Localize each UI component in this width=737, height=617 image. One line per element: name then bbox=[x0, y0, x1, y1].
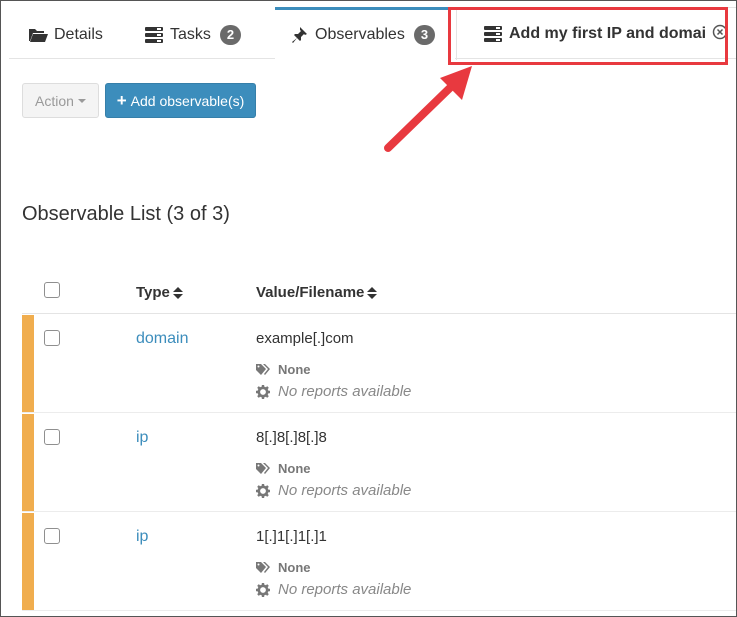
sort-icon bbox=[367, 286, 378, 299]
caret-down-icon bbox=[77, 98, 86, 103]
row-checkbox[interactable] bbox=[44, 429, 60, 445]
observable-value: 1[.]1[.]1[.]1 bbox=[256, 528, 327, 545]
tasks-icon bbox=[144, 26, 164, 44]
tab-observables[interactable]: Observables 3 bbox=[275, 7, 455, 60]
observable-tags: None bbox=[256, 461, 311, 476]
observable-value: example[.]com bbox=[256, 330, 354, 347]
tab-case-task-label: Add my first IP and domai bbox=[509, 25, 707, 42]
observables-count-badge: 3 bbox=[413, 25, 436, 45]
row-marker bbox=[22, 414, 34, 511]
add-observables-button[interactable]: + Add observable(s) bbox=[105, 83, 256, 118]
value-header-label: Value/Filename bbox=[256, 284, 365, 301]
value-column-header[interactable]: Value/Filename bbox=[256, 284, 378, 301]
add-observables-label: Add observable(s) bbox=[130, 92, 245, 109]
gear-icon bbox=[256, 582, 272, 597]
row-checkbox[interactable] bbox=[44, 330, 60, 346]
reports-label: No reports available bbox=[278, 581, 412, 598]
gear-icon bbox=[256, 384, 272, 399]
plus-icon: + bbox=[116, 91, 127, 110]
table-row: domain example[.]com None No reports ava… bbox=[22, 315, 737, 413]
row-marker bbox=[22, 513, 34, 610]
tab-tasks[interactable]: Tasks 2 bbox=[144, 10, 242, 60]
tasks-count-badge: 2 bbox=[219, 25, 242, 45]
observable-tags: None bbox=[256, 560, 311, 575]
sort-icon bbox=[172, 286, 183, 299]
reports-label: No reports available bbox=[278, 482, 412, 499]
observable-list-title: Observable List (3 of 3) bbox=[22, 203, 230, 225]
reports-label: No reports available bbox=[278, 383, 412, 400]
observable-type-link[interactable]: ip bbox=[136, 429, 148, 447]
table-row: ip 1[.]1[.]1[.]1 None No reports availab… bbox=[22, 513, 737, 611]
tags-label: None bbox=[278, 461, 311, 476]
tags-label: None bbox=[278, 560, 311, 575]
folder-open-icon bbox=[28, 26, 48, 44]
action-dropdown-button[interactable]: Action bbox=[22, 83, 99, 118]
observable-reports: No reports available bbox=[256, 383, 411, 400]
tab-details-label: Details bbox=[54, 26, 103, 43]
annotation-arrow-icon bbox=[384, 66, 472, 152]
table-row: ip 8[.]8[.]8[.]8 None No reports availab… bbox=[22, 414, 737, 512]
tags-icon bbox=[256, 363, 272, 377]
row-checkbox[interactable] bbox=[44, 528, 60, 544]
tab-case-task[interactable]: Add my first IP and domai bbox=[456, 7, 737, 60]
row-marker bbox=[22, 315, 34, 412]
observable-tags: None bbox=[256, 362, 311, 377]
thumbtack-icon bbox=[289, 26, 309, 44]
tab-tasks-label: Tasks bbox=[170, 26, 211, 43]
tags-label: None bbox=[278, 362, 311, 377]
tags-icon bbox=[256, 561, 272, 575]
server-icon bbox=[483, 25, 503, 43]
observable-type-link[interactable]: domain bbox=[136, 330, 188, 348]
gear-icon bbox=[256, 483, 272, 498]
case-tab-bar: Details Tasks 2 Observables 3 Add my fir… bbox=[9, 0, 737, 60]
type-column-header[interactable]: Type bbox=[136, 284, 183, 301]
select-all-checkbox[interactable] bbox=[44, 282, 60, 298]
close-circle-icon[interactable] bbox=[712, 24, 728, 40]
action-label: Action bbox=[35, 92, 74, 109]
tab-details[interactable]: Details bbox=[28, 10, 103, 60]
tab-observables-label: Observables bbox=[315, 26, 405, 43]
type-header-label: Type bbox=[136, 284, 170, 301]
table-header: Type Value/Filename bbox=[22, 270, 737, 314]
observable-reports: No reports available bbox=[256, 482, 411, 499]
observable-reports: No reports available bbox=[256, 581, 411, 598]
observable-type-link[interactable]: ip bbox=[136, 528, 148, 546]
observable-value: 8[.]8[.]8[.]8 bbox=[256, 429, 327, 446]
tags-icon bbox=[256, 462, 272, 476]
